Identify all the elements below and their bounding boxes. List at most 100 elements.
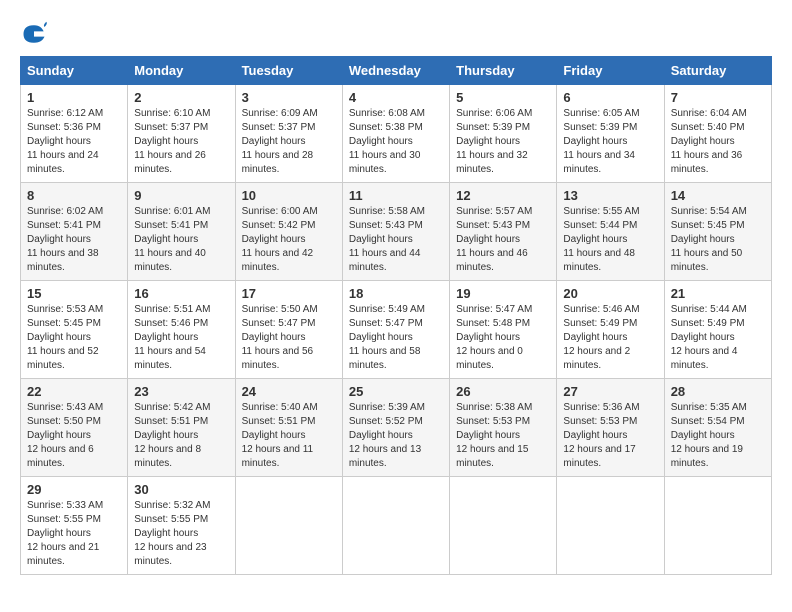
day-number: 25 (349, 384, 443, 399)
calendar-cell: 18 Sunrise: 5:49 AM Sunset: 5:47 PM Dayl… (342, 281, 449, 379)
calendar-cell: 2 Sunrise: 6:10 AM Sunset: 5:37 PM Dayli… (128, 85, 235, 183)
day-number: 12 (456, 188, 550, 203)
day-number: 3 (242, 90, 336, 105)
calendar-header-row: SundayMondayTuesdayWednesdayThursdayFrid… (21, 57, 772, 85)
calendar-cell: 13 Sunrise: 5:55 AM Sunset: 5:44 PM Dayl… (557, 183, 664, 281)
calendar-cell: 21 Sunrise: 5:44 AM Sunset: 5:49 PM Dayl… (664, 281, 771, 379)
day-number: 13 (563, 188, 657, 203)
day-info: Sunrise: 6:01 AM Sunset: 5:41 PM Dayligh… (134, 205, 228, 275)
day-number: 14 (671, 188, 765, 203)
day-info: Sunrise: 5:44 AM Sunset: 5:49 PM Dayligh… (671, 303, 765, 373)
column-header-wednesday: Wednesday (342, 57, 449, 85)
calendar-cell: 8 Sunrise: 6:02 AM Sunset: 5:41 PM Dayli… (21, 183, 128, 281)
day-number: 16 (134, 286, 228, 301)
day-info: Sunrise: 5:53 AM Sunset: 5:45 PM Dayligh… (27, 303, 121, 373)
calendar-cell: 10 Sunrise: 6:00 AM Sunset: 5:42 PM Dayl… (235, 183, 342, 281)
day-info: Sunrise: 5:40 AM Sunset: 5:51 PM Dayligh… (242, 401, 336, 471)
calendar-cell: 11 Sunrise: 5:58 AM Sunset: 5:43 PM Dayl… (342, 183, 449, 281)
column-header-tuesday: Tuesday (235, 57, 342, 85)
day-info: Sunrise: 5:35 AM Sunset: 5:54 PM Dayligh… (671, 401, 765, 471)
calendar-cell (235, 477, 342, 575)
calendar-cell: 28 Sunrise: 5:35 AM Sunset: 5:54 PM Dayl… (664, 379, 771, 477)
day-number: 18 (349, 286, 443, 301)
day-info: Sunrise: 5:46 AM Sunset: 5:49 PM Dayligh… (563, 303, 657, 373)
calendar-cell: 16 Sunrise: 5:51 AM Sunset: 5:46 PM Dayl… (128, 281, 235, 379)
day-info: Sunrise: 5:38 AM Sunset: 5:53 PM Dayligh… (456, 401, 550, 471)
day-number: 7 (671, 90, 765, 105)
day-info: Sunrise: 6:00 AM Sunset: 5:42 PM Dayligh… (242, 205, 336, 275)
column-header-saturday: Saturday (664, 57, 771, 85)
calendar-cell: 27 Sunrise: 5:36 AM Sunset: 5:53 PM Dayl… (557, 379, 664, 477)
day-info: Sunrise: 5:39 AM Sunset: 5:52 PM Dayligh… (349, 401, 443, 471)
day-number: 17 (242, 286, 336, 301)
calendar-week-row: 22 Sunrise: 5:43 AM Sunset: 5:50 PM Dayl… (21, 379, 772, 477)
calendar-cell: 12 Sunrise: 5:57 AM Sunset: 5:43 PM Dayl… (450, 183, 557, 281)
column-header-friday: Friday (557, 57, 664, 85)
calendar-cell: 29 Sunrise: 5:33 AM Sunset: 5:55 PM Dayl… (21, 477, 128, 575)
day-number: 24 (242, 384, 336, 399)
day-info: Sunrise: 5:36 AM Sunset: 5:53 PM Dayligh… (563, 401, 657, 471)
calendar-cell: 1 Sunrise: 6:12 AM Sunset: 5:36 PM Dayli… (21, 85, 128, 183)
calendar-cell: 24 Sunrise: 5:40 AM Sunset: 5:51 PM Dayl… (235, 379, 342, 477)
day-info: Sunrise: 5:49 AM Sunset: 5:47 PM Dayligh… (349, 303, 443, 373)
calendar-cell (342, 477, 449, 575)
day-number: 28 (671, 384, 765, 399)
calendar-cell: 26 Sunrise: 5:38 AM Sunset: 5:53 PM Dayl… (450, 379, 557, 477)
calendar-table: SundayMondayTuesdayWednesdayThursdayFrid… (20, 56, 772, 575)
calendar-cell: 30 Sunrise: 5:32 AM Sunset: 5:55 PM Dayl… (128, 477, 235, 575)
calendar-cell: 6 Sunrise: 6:05 AM Sunset: 5:39 PM Dayli… (557, 85, 664, 183)
calendar-cell (557, 477, 664, 575)
calendar-cell: 19 Sunrise: 5:47 AM Sunset: 5:48 PM Dayl… (450, 281, 557, 379)
calendar-cell: 22 Sunrise: 5:43 AM Sunset: 5:50 PM Dayl… (21, 379, 128, 477)
day-number: 4 (349, 90, 443, 105)
day-info: Sunrise: 6:05 AM Sunset: 5:39 PM Dayligh… (563, 107, 657, 177)
calendar-cell: 5 Sunrise: 6:06 AM Sunset: 5:39 PM Dayli… (450, 85, 557, 183)
day-number: 26 (456, 384, 550, 399)
column-header-sunday: Sunday (21, 57, 128, 85)
calendar-week-row: 15 Sunrise: 5:53 AM Sunset: 5:45 PM Dayl… (21, 281, 772, 379)
day-info: Sunrise: 6:06 AM Sunset: 5:39 PM Dayligh… (456, 107, 550, 177)
calendar-cell: 3 Sunrise: 6:09 AM Sunset: 5:37 PM Dayli… (235, 85, 342, 183)
day-info: Sunrise: 5:54 AM Sunset: 5:45 PM Dayligh… (671, 205, 765, 275)
calendar-cell (664, 477, 771, 575)
day-number: 8 (27, 188, 121, 203)
day-info: Sunrise: 5:55 AM Sunset: 5:44 PM Dayligh… (563, 205, 657, 275)
day-info: Sunrise: 5:57 AM Sunset: 5:43 PM Dayligh… (456, 205, 550, 275)
calendar-cell: 25 Sunrise: 5:39 AM Sunset: 5:52 PM Dayl… (342, 379, 449, 477)
calendar-cell: 20 Sunrise: 5:46 AM Sunset: 5:49 PM Dayl… (557, 281, 664, 379)
column-header-thursday: Thursday (450, 57, 557, 85)
calendar-week-row: 1 Sunrise: 6:12 AM Sunset: 5:36 PM Dayli… (21, 85, 772, 183)
calendar-cell: 7 Sunrise: 6:04 AM Sunset: 5:40 PM Dayli… (664, 85, 771, 183)
day-info: Sunrise: 5:58 AM Sunset: 5:43 PM Dayligh… (349, 205, 443, 275)
day-info: Sunrise: 5:33 AM Sunset: 5:55 PM Dayligh… (27, 499, 121, 569)
day-number: 9 (134, 188, 228, 203)
day-number: 5 (456, 90, 550, 105)
day-info: Sunrise: 6:04 AM Sunset: 5:40 PM Dayligh… (671, 107, 765, 177)
day-info: Sunrise: 6:12 AM Sunset: 5:36 PM Dayligh… (27, 107, 121, 177)
calendar-cell: 17 Sunrise: 5:50 AM Sunset: 5:47 PM Dayl… (235, 281, 342, 379)
day-number: 10 (242, 188, 336, 203)
day-number: 11 (349, 188, 443, 203)
calendar-week-row: 8 Sunrise: 6:02 AM Sunset: 5:41 PM Dayli… (21, 183, 772, 281)
day-number: 19 (456, 286, 550, 301)
calendar-cell: 14 Sunrise: 5:54 AM Sunset: 5:45 PM Dayl… (664, 183, 771, 281)
calendar-cell (450, 477, 557, 575)
day-number: 1 (27, 90, 121, 105)
calendar-cell: 9 Sunrise: 6:01 AM Sunset: 5:41 PM Dayli… (128, 183, 235, 281)
day-info: Sunrise: 5:50 AM Sunset: 5:47 PM Dayligh… (242, 303, 336, 373)
calendar-cell: 4 Sunrise: 6:08 AM Sunset: 5:38 PM Dayli… (342, 85, 449, 183)
calendar-cell: 15 Sunrise: 5:53 AM Sunset: 5:45 PM Dayl… (21, 281, 128, 379)
day-info: Sunrise: 6:09 AM Sunset: 5:37 PM Dayligh… (242, 107, 336, 177)
day-info: Sunrise: 6:02 AM Sunset: 5:41 PM Dayligh… (27, 205, 121, 275)
column-header-monday: Monday (128, 57, 235, 85)
logo-icon (20, 20, 48, 48)
day-number: 21 (671, 286, 765, 301)
day-number: 22 (27, 384, 121, 399)
day-number: 27 (563, 384, 657, 399)
day-number: 30 (134, 482, 228, 497)
logo (20, 20, 52, 48)
day-number: 2 (134, 90, 228, 105)
day-number: 29 (27, 482, 121, 497)
header (20, 20, 772, 48)
day-info: Sunrise: 5:51 AM Sunset: 5:46 PM Dayligh… (134, 303, 228, 373)
